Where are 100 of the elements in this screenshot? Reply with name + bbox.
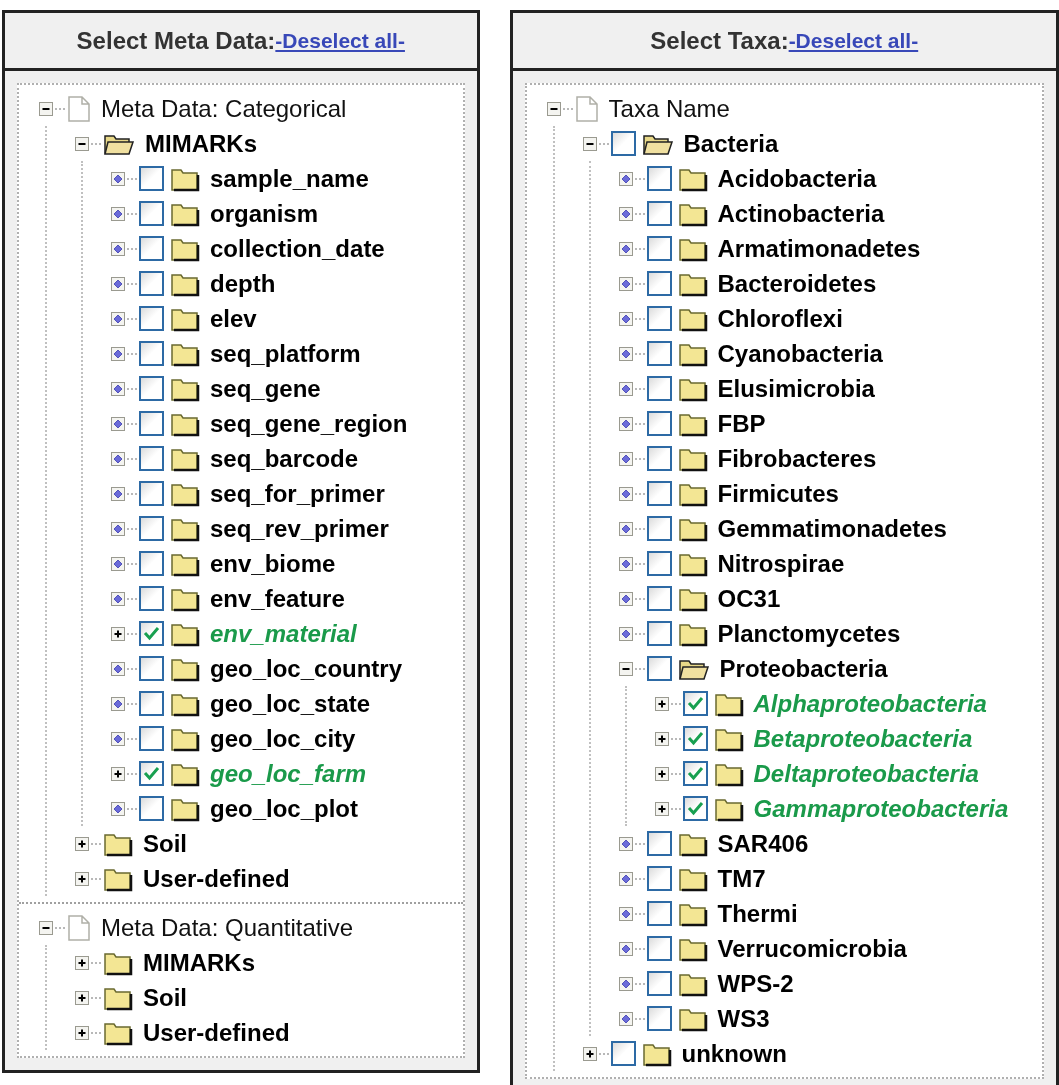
tree-item-label[interactable]: Gemmatimonadetes: [717, 516, 947, 541]
checkbox[interactable]: [646, 201, 672, 226]
tree-item-label[interactable]: Meta Data: Quantitative: [101, 915, 354, 940]
checkbox[interactable]: [139, 621, 164, 646]
tree-item-label[interactable]: Acidobacteria: [717, 166, 877, 191]
checkbox[interactable]: [682, 691, 708, 716]
deselect-all-link[interactable]: -Deselect all-: [275, 24, 405, 57]
checkbox[interactable]: [139, 411, 164, 436]
checkbox[interactable]: [139, 516, 164, 541]
expand-icon[interactable]: [654, 731, 669, 746]
expand-icon[interactable]: [654, 696, 669, 711]
tree-item-label[interactable]: Cyanobacteria: [717, 341, 883, 366]
expand-icon[interactable]: [75, 871, 89, 886]
expand-icon[interactable]: [111, 766, 125, 781]
tree-item-label[interactable]: geo_loc_country: [210, 656, 403, 681]
tree-item-label[interactable]: MIMARKs: [143, 950, 255, 975]
expand-icon[interactable]: [75, 1025, 89, 1040]
checkbox[interactable]: [646, 971, 672, 996]
checkbox[interactable]: [646, 656, 672, 681]
checkbox[interactable]: [139, 376, 164, 401]
checkbox[interactable]: [646, 551, 672, 576]
tree-item-label[interactable]: depth: [210, 271, 276, 296]
tree-item-label[interactable]: Actinobacteria: [717, 201, 885, 226]
tree-item-label[interactable]: env_biome: [210, 551, 336, 576]
checkbox[interactable]: [610, 131, 636, 156]
checkbox[interactable]: [646, 516, 672, 541]
tree-item-label[interactable]: seq_rev_primer: [210, 516, 389, 541]
checkbox[interactable]: [682, 761, 708, 786]
expand-icon[interactable]: [111, 626, 125, 641]
checkbox[interactable]: [139, 166, 164, 191]
expand-icon[interactable]: [654, 801, 669, 816]
checkbox[interactable]: [139, 761, 164, 786]
tree-item-label[interactable]: Bacteroidetes: [717, 271, 877, 296]
checkbox[interactable]: [139, 271, 164, 296]
expand-icon[interactable]: [75, 955, 89, 970]
tree-item-label[interactable]: User-defined: [143, 1020, 290, 1045]
checkbox[interactable]: [646, 586, 672, 611]
tree-item-label[interactable]: Deltaproteobacteria: [753, 761, 979, 786]
expand-icon[interactable]: [75, 990, 89, 1005]
collapse-icon[interactable]: [75, 136, 89, 151]
checkbox[interactable]: [139, 551, 164, 576]
expand-icon[interactable]: [75, 836, 89, 851]
checkbox[interactable]: [139, 796, 164, 821]
tree-item-label[interactable]: Alphaproteobacteria: [753, 691, 987, 716]
checkbox[interactable]: [646, 831, 672, 856]
tree-item-label[interactable]: Planctomycetes: [717, 621, 901, 646]
checkbox[interactable]: [646, 341, 672, 366]
checkbox[interactable]: [139, 726, 164, 751]
checkbox[interactable]: [646, 166, 672, 191]
tree-item-label[interactable]: Elusimicrobia: [717, 376, 875, 401]
checkbox[interactable]: [646, 446, 672, 471]
collapse-icon[interactable]: [39, 101, 53, 116]
tree-item-label[interactable]: organism: [210, 201, 319, 226]
checkbox[interactable]: [682, 796, 708, 821]
tree-item-label[interactable]: sample_name: [210, 166, 369, 191]
checkbox[interactable]: [646, 411, 672, 436]
tree-item-label[interactable]: Nitrospirae: [717, 551, 845, 576]
collapse-icon[interactable]: [618, 661, 633, 676]
collapse-icon[interactable]: [39, 920, 53, 935]
tree-item-label[interactable]: seq_for_primer: [210, 481, 385, 506]
checkbox[interactable]: [682, 726, 708, 751]
checkbox[interactable]: [139, 481, 164, 506]
tree-item-label[interactable]: WS3: [717, 1006, 770, 1031]
checkbox[interactable]: [139, 236, 164, 261]
checkbox[interactable]: [646, 306, 672, 331]
tree-item-label[interactable]: SAR406: [717, 831, 809, 856]
tree-item-label[interactable]: seq_platform: [210, 341, 361, 366]
tree-item-label[interactable]: env_feature: [210, 586, 345, 611]
tree-item-label[interactable]: WPS-2: [717, 971, 794, 996]
collapse-icon[interactable]: [546, 101, 561, 116]
tree-item-label[interactable]: Fibrobacteres: [717, 446, 877, 471]
tree-item-label[interactable]: unknown: [681, 1041, 787, 1066]
checkbox[interactable]: [139, 201, 164, 226]
tree-item-label[interactable]: Firmicutes: [717, 481, 839, 506]
checkbox[interactable]: [646, 1006, 672, 1031]
checkbox[interactable]: [139, 586, 164, 611]
tree-item-label[interactable]: geo_loc_plot: [210, 796, 359, 821]
tree-item-label[interactable]: FBP: [717, 411, 766, 436]
tree-item-label[interactable]: Betaproteobacteria: [753, 726, 973, 751]
checkbox[interactable]: [139, 691, 164, 716]
tree-item-label[interactable]: Thermi: [717, 901, 798, 926]
tree-item-label[interactable]: elev: [210, 306, 257, 331]
tree-item-label[interactable]: Soil: [143, 985, 187, 1010]
checkbox[interactable]: [646, 481, 672, 506]
checkbox[interactable]: [646, 621, 672, 646]
tree-item-label[interactable]: env_material: [210, 621, 357, 646]
checkbox[interactable]: [646, 271, 672, 296]
tree-item-label[interactable]: Chloroflexi: [717, 306, 843, 331]
tree-item-label[interactable]: seq_barcode: [210, 446, 359, 471]
tree-item-label[interactable]: geo_loc_city: [210, 726, 356, 751]
checkbox[interactable]: [646, 936, 672, 961]
tree-item-label[interactable]: Bacteria: [683, 131, 779, 156]
tree-item-label[interactable]: collection_date: [210, 236, 385, 261]
checkbox[interactable]: [646, 236, 672, 261]
tree-item-label[interactable]: Meta Data: Categorical: [101, 96, 347, 121]
checkbox[interactable]: [610, 1041, 636, 1066]
collapse-icon[interactable]: [582, 136, 597, 151]
tree-item-label[interactable]: Armatimonadetes: [717, 236, 921, 261]
tree-item-label[interactable]: Verrucomicrobia: [717, 936, 907, 961]
tree-item-label[interactable]: Gammaproteobacteria: [753, 796, 1009, 821]
